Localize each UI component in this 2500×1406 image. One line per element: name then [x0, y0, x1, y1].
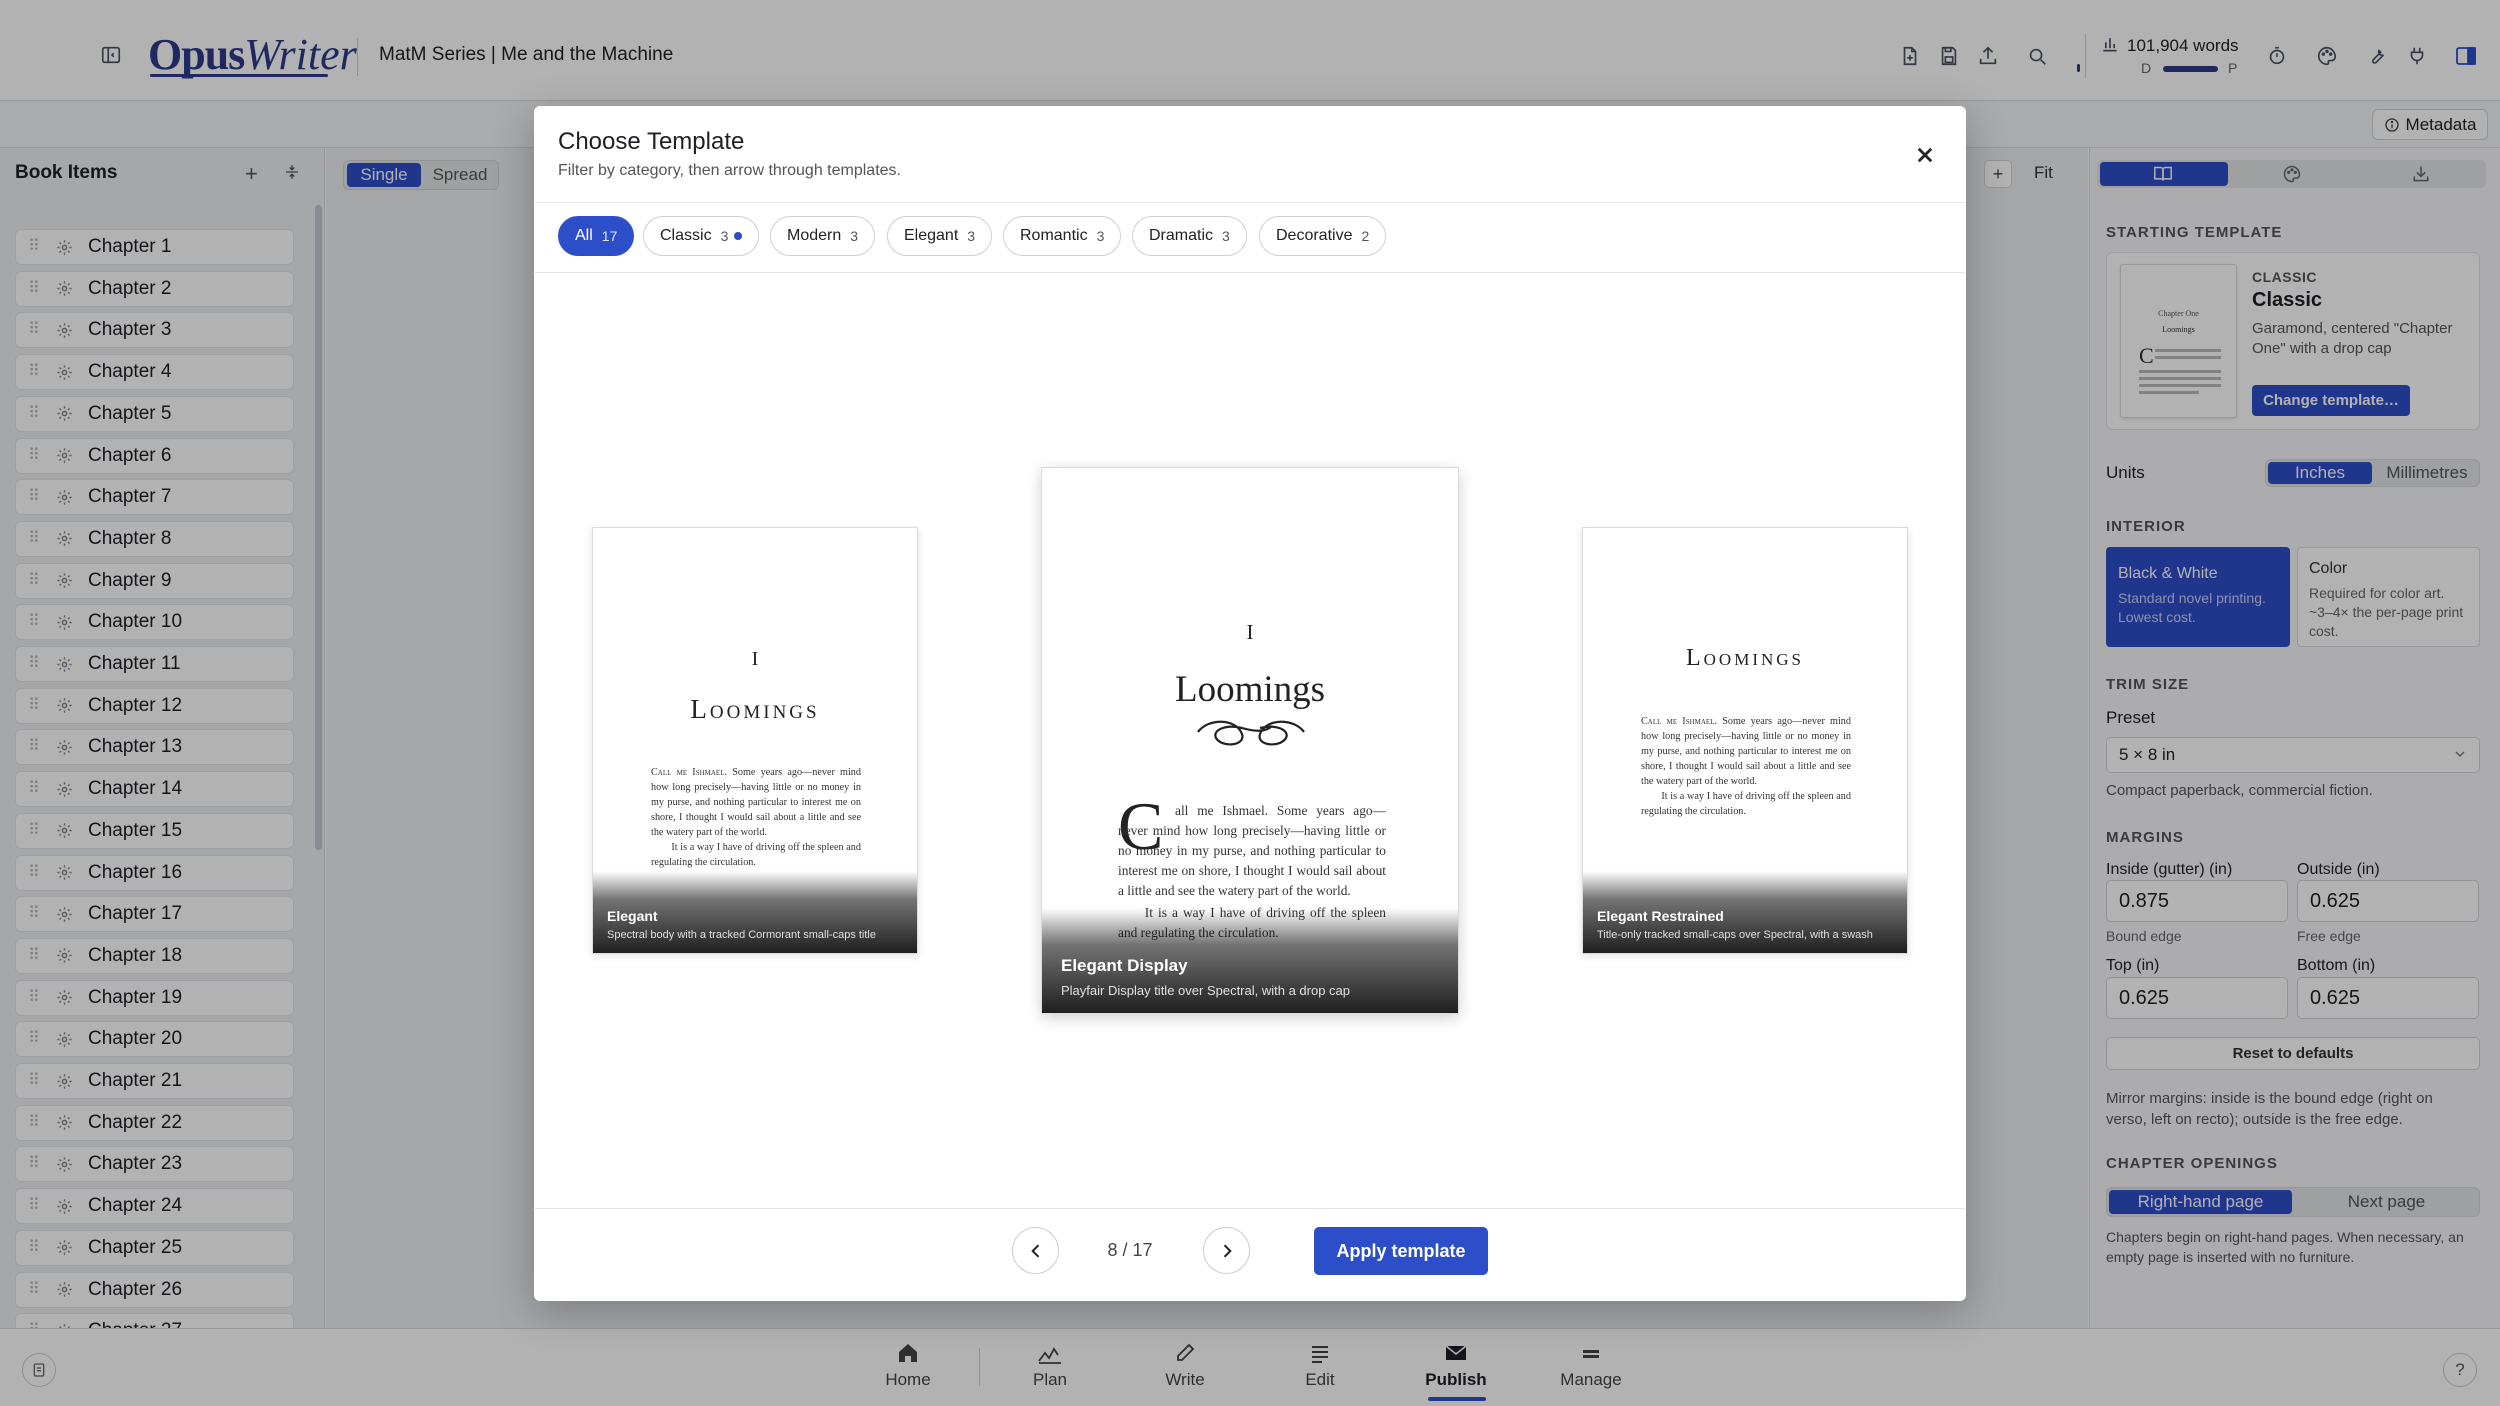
chevron-right-icon	[1223, 1243, 1232, 1258]
sample-chapter-title: Loomings	[690, 694, 820, 724]
template-name: Elegant	[607, 908, 658, 924]
chip-label: Romantic	[1020, 227, 1088, 244]
divider	[535, 1208, 1965, 1209]
swash-ornament-icon	[1196, 710, 1306, 750]
sample-opening: Call me Ishmael.	[1641, 716, 1718, 727]
filter-chip-all[interactable]: All 17	[558, 216, 635, 256]
chip-label: Dramatic	[1149, 227, 1214, 244]
chip-label: Classic	[660, 227, 712, 244]
sample-opening: Call me Ishmael.	[651, 767, 728, 778]
dialog-subtitle: Filter by category, then arrow through t…	[558, 162, 901, 179]
template-caption: Elegant Restrained Title-only tracked sm…	[1583, 871, 1907, 953]
template-card-elegant-display[interactable]: I Loomings C all me Ishmael. Some years …	[1041, 467, 1459, 1014]
dialog-title: Choose Template	[558, 128, 745, 155]
template-name: Elegant Restrained	[1597, 908, 1724, 924]
chip-count: 2	[1361, 228, 1370, 244]
sample-chapter-number: I	[751, 648, 759, 670]
chip-count: 3	[850, 228, 859, 244]
sample-chapter-title: Loomings	[1174, 669, 1326, 710]
next-template-button[interactable]	[1203, 1227, 1250, 1274]
chip-label: All	[575, 227, 593, 244]
chevron-left-icon	[1030, 1243, 1039, 1258]
template-card-elegant[interactable]: I Loomings Call me Ishmael. Some years a…	[592, 527, 918, 954]
sample-para-1: all me Ishmael. Some years ago—never min…	[1118, 803, 1386, 898]
template-description: Playfair Display title over Spectral, wi…	[1061, 983, 1351, 998]
template-description: Spectral body with a tracked Cormorant s…	[607, 929, 876, 941]
chip-count: 3	[1222, 228, 1230, 244]
filter-chip-modern[interactable]: Modern 3	[770, 216, 876, 256]
sample-body: Call me Ishmael. Some years ago—never mi…	[651, 765, 861, 870]
close-icon[interactable]	[1910, 140, 1940, 170]
apply-template-button[interactable]: Apply template	[1314, 1227, 1488, 1275]
sample-para-2: It is a way I have of driving off the sp…	[651, 842, 861, 868]
sample-chapter-number: I	[1246, 620, 1254, 644]
chip-count: 3	[1096, 228, 1105, 244]
template-description: Title-only tracked small-caps over Spect…	[1597, 929, 1873, 941]
template-page-indicator: 8 / 17	[1107, 1240, 1153, 1260]
filter-chip-decorative[interactable]: Decorative 2	[1259, 216, 1387, 256]
chip-count: 3	[967, 228, 976, 244]
filter-chip-elegant[interactable]: Elegant 3	[887, 216, 993, 256]
current-category-dot	[734, 232, 743, 240]
chip-label: Decorative	[1276, 227, 1353, 244]
template-caption: Elegant Display Playfair Display title o…	[1042, 908, 1458, 1013]
sample-para-2: It is a way I have of driving off the sp…	[1641, 791, 1851, 817]
chip-count: 17	[601, 228, 618, 244]
filter-chip-romantic[interactable]: Romantic 3	[1003, 216, 1122, 256]
template-card-elegant-restrained[interactable]: Loomings Call me Ishmael. Some years ago…	[1582, 527, 1908, 954]
divider	[535, 202, 1965, 203]
chip-label: Modern	[787, 227, 842, 244]
template-caption: Elegant Spectral body with a tracked Cor…	[593, 871, 917, 953]
chip-label: Elegant	[904, 227, 959, 244]
chip-count: 3	[720, 228, 729, 244]
template-name: Elegant Display	[1061, 956, 1188, 975]
sample-body: Call me Ishmael. Some years ago—never mi…	[1641, 714, 1851, 819]
sample-chapter-title: Loomings	[1686, 645, 1804, 671]
filter-chip-classic[interactable]: Classic 3	[643, 216, 760, 256]
filter-chip-dramatic[interactable]: Dramatic 3	[1132, 216, 1247, 256]
previous-template-button[interactable]	[1012, 1227, 1059, 1274]
